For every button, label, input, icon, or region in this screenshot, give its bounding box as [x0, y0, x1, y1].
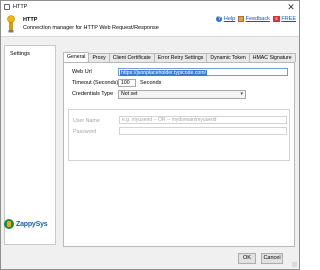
free-link[interactable]: $ FREE [272, 16, 296, 22]
ok-button[interactable]: OK [238, 253, 256, 264]
username-input[interactable]: e.g. myuserid -- OR -- mydomain\myuserid [119, 116, 287, 124]
feedback-link-label: Feedback [245, 16, 270, 22]
help-link[interactable]: ? Help [216, 16, 235, 22]
title-bar: HTTP ✕ [1, 1, 299, 13]
feedback-link[interactable]: Feedback [238, 16, 270, 22]
tab-dynamic-token[interactable]: Dynamic Token [206, 53, 250, 62]
tab-error-retry-settings[interactable]: Error Retry Settings [153, 53, 208, 62]
credentials-type-label: Credentials Type [72, 91, 114, 97]
free-link-label: FREE [281, 16, 296, 22]
feedback-icon [238, 16, 245, 22]
zappysys-logo-icon [4, 219, 14, 229]
tab-proxy[interactable]: Proxy [88, 53, 110, 62]
username-label: User Name [73, 118, 100, 124]
timeout-input[interactable]: 100 [118, 79, 136, 87]
connection-icon [7, 15, 15, 33]
cancel-button[interactable]: Cancel [261, 253, 283, 264]
credentials-type-select[interactable]: Not set ▾ [118, 90, 246, 99]
close-button[interactable]: ✕ [286, 2, 296, 12]
header-subtitle: Connection manager for HTTP Web Request/… [23, 25, 159, 31]
web-url-input[interactable]: https://jsonplaceholder.typicode.com/ [118, 68, 288, 76]
help-icon: ? [216, 16, 223, 22]
window-title: HTTP [13, 3, 28, 10]
tab-client-certificate[interactable]: Client Certificate [108, 53, 155, 62]
password-label: Password [73, 129, 97, 135]
web-url-label: Web Url [72, 69, 92, 75]
dialog-window: HTTP ✕ HTTP Connection manager for HTTP … [0, 0, 300, 270]
window-icon [4, 4, 10, 10]
tab-strip: General Proxy Client Certificate Error R… [63, 52, 296, 62]
header-links: ? Help Feedback $ FREE [216, 16, 296, 22]
header-title: HTTP [23, 17, 38, 23]
sidebar-item-settings[interactable]: Settings [10, 51, 30, 57]
password-input[interactable] [119, 127, 287, 135]
zappysys-logo: ZappySys [4, 219, 48, 229]
tab-general[interactable]: General [63, 52, 90, 62]
tab-hmac-signature[interactable]: HMAC Signature [248, 53, 296, 62]
settings-nav: Settings [4, 45, 56, 245]
resize-grip[interactable] [292, 262, 297, 267]
help-link-label: Help [223, 16, 236, 22]
credentials-group: User Name e.g. myuserid -- OR -- mydomai… [68, 109, 290, 161]
general-tab-panel: Web Url https://jsonplaceholder.typicode… [63, 62, 295, 247]
timeout-label: Timeout (Seconds) [72, 80, 119, 86]
seconds-label: Seconds [140, 80, 162, 86]
web-url-value: https://jsonplaceholder.typicode.com/ [120, 69, 208, 76]
credentials-type-value: Not set [121, 91, 138, 97]
free-icon: $ [272, 16, 280, 22]
header: HTTP Connection manager for HTTP Web Req… [1, 13, 299, 37]
chevron-down-icon: ▾ [240, 91, 243, 97]
zappysys-logo-text: ZappySys [16, 220, 48, 228]
